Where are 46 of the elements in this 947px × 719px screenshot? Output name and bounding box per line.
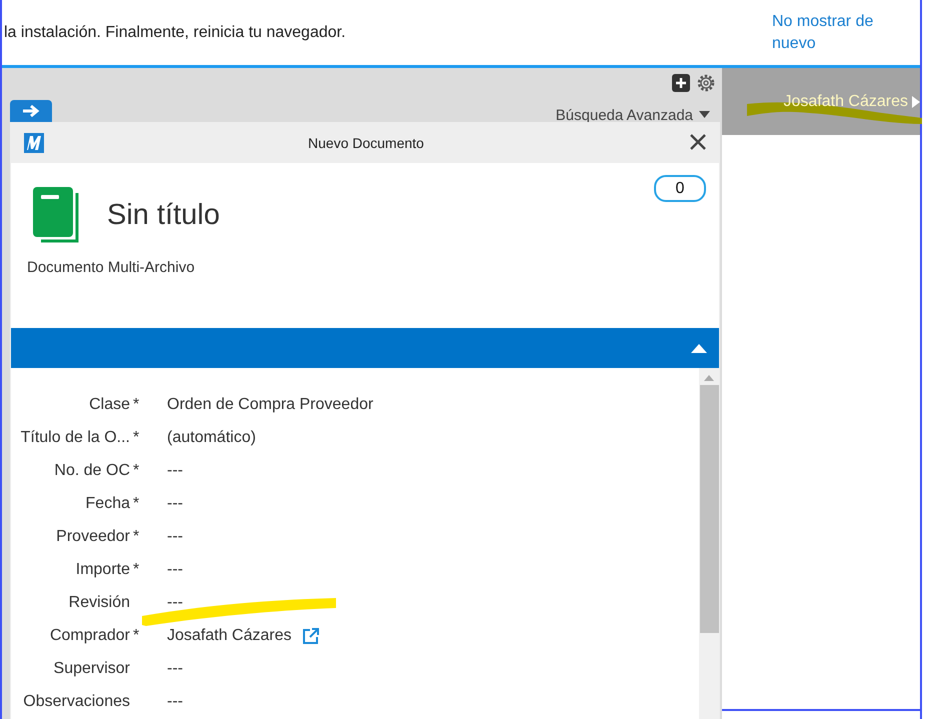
document-icon <box>33 187 81 243</box>
field-value: --- <box>167 462 183 480</box>
comment-count-badge[interactable]: 0 <box>654 175 706 202</box>
dialog-title: Nuevo Documento <box>308 134 424 150</box>
document-type: Documento Multi-Archivo <box>26 258 196 276</box>
settings-icon[interactable] <box>696 73 716 93</box>
required-mark: * <box>132 560 140 578</box>
required-mark: * <box>132 396 140 414</box>
advanced-search-link[interactable]: Búsqueda Avanzada <box>556 108 693 122</box>
required-mark: * <box>132 428 140 446</box>
field-label: Proveedor <box>55 528 130 546</box>
field-value: Orden de Compra Proveedor <box>167 396 374 414</box>
field-label: Revisión <box>68 594 130 612</box>
field-value: --- <box>167 692 183 710</box>
field-label: No. de OC <box>53 462 130 480</box>
field-value: Josafath Cázares <box>167 626 292 644</box>
scrollbar[interactable] <box>699 368 719 719</box>
field-label: Observaciones <box>22 692 130 710</box>
field-label: Título de la O... <box>20 428 130 446</box>
field-label: Supervisor <box>52 660 130 678</box>
dropdown-caret-icon[interactable] <box>699 111 710 119</box>
app-logo-icon <box>24 132 44 152</box>
field-value: --- <box>167 560 183 578</box>
field-value: --- <box>167 594 183 612</box>
navigate-button[interactable] <box>10 100 52 122</box>
field-value: --- <box>167 660 183 678</box>
required-mark: * <box>132 494 140 512</box>
collapse-icon[interactable] <box>691 343 707 353</box>
required-mark: * <box>132 528 140 546</box>
document-title: Sin título <box>107 198 220 232</box>
field-label: Fecha <box>84 494 130 512</box>
expand-arrow-icon[interactable] <box>912 96 920 108</box>
arrow-right-icon <box>22 104 40 118</box>
required-mark: * <box>132 626 140 644</box>
field-label: Comprador <box>48 626 130 644</box>
required-mark: * <box>132 462 140 480</box>
add-icon[interactable] <box>672 74 690 92</box>
field-label: Importe <box>74 560 130 578</box>
field-value: --- <box>167 528 183 546</box>
close-button[interactable] <box>688 132 708 152</box>
dismiss-link[interactable]: No mostrar de nuevo <box>772 10 902 54</box>
banner-message: la instalación. Finalmente, reinicia tu navegador. <box>3 24 346 42</box>
field-value: --- <box>167 494 183 512</box>
external-link-icon[interactable] <box>302 626 320 644</box>
field-value: (automático) <box>167 428 256 446</box>
field-label: Clase <box>88 396 130 414</box>
